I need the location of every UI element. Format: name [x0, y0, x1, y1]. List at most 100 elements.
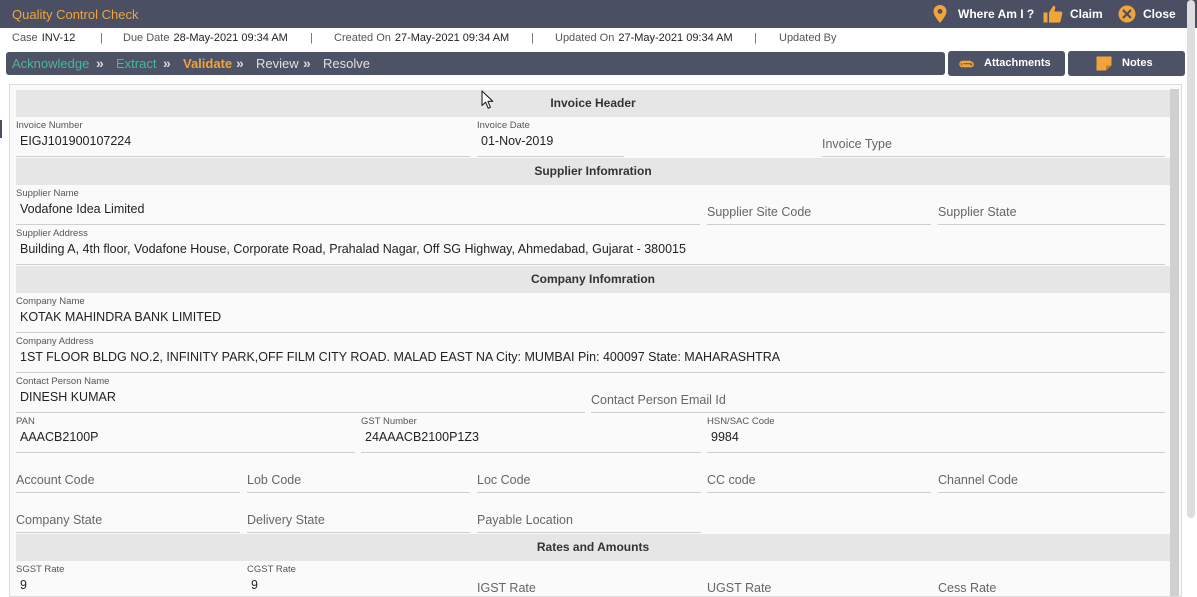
- underline: [247, 492, 470, 493]
- supplier-address-field[interactable]: Supplier Address Building A, 4th floor, …: [16, 228, 1165, 266]
- invoice-type-placeholder: Invoice Type: [822, 137, 892, 151]
- sgst-rate-label: SGST Rate: [16, 564, 65, 575]
- company-state-placeholder: Company State: [16, 513, 103, 527]
- claim-button[interactable]: Claim: [1043, 5, 1103, 23]
- contact-person-name-value: DINESH KUMAR: [20, 390, 116, 404]
- underline: [16, 532, 240, 533]
- invoice-number-field[interactable]: Invoice Number EIGJ101900107224: [16, 120, 470, 158]
- underline: [477, 492, 701, 493]
- gst-number-value: 24AAACB2100P1Z3: [365, 430, 479, 444]
- step-acknowledge[interactable]: Acknowledge: [12, 56, 89, 71]
- supplier-name-field[interactable]: Supplier Name Vodafone Idea Limited: [16, 188, 700, 226]
- underline: [16, 452, 355, 453]
- cess-rate-field[interactable]: Cess Rate: [938, 564, 1165, 596]
- supplier-name-label: Supplier Name: [16, 188, 79, 199]
- note-icon: [1096, 56, 1112, 71]
- channel-code-placeholder: Channel Code: [938, 473, 1018, 487]
- cgst-rate-value: 9: [251, 578, 258, 592]
- pan-value: AAACB2100P: [20, 430, 99, 444]
- sgst-rate-field[interactable]: SGST Rate 9: [16, 564, 240, 596]
- ugst-rate-field[interactable]: UGST Rate: [707, 564, 931, 596]
- where-am-i-button[interactable]: Where Am I ?: [933, 5, 1034, 23]
- supplier-state-placeholder: Supplier State: [938, 205, 1017, 219]
- loc-code-field[interactable]: Loc Code: [477, 456, 701, 494]
- close-circle-icon: [1118, 5, 1136, 23]
- due-date-label: Due Date: [123, 32, 170, 44]
- separator: |: [754, 32, 757, 44]
- invoice-form-panel: Invoice Header Invoice Number EIGJ101900…: [9, 84, 1182, 597]
- account-code-field[interactable]: Account Code: [16, 456, 240, 494]
- channel-code-field[interactable]: Channel Code: [938, 456, 1165, 494]
- section-supplier-information: Supplier Infomration: [16, 158, 1170, 185]
- updated-by-label: Updated By: [779, 32, 837, 44]
- underline: [822, 156, 1165, 157]
- created-on-value: 27-May-2021 09:34 AM: [394, 32, 510, 44]
- account-code-placeholder: Account Code: [16, 473, 95, 487]
- delivery-state-field[interactable]: Delivery State: [247, 496, 470, 534]
- left-edge-marker: [0, 120, 2, 138]
- company-state-field[interactable]: Company State: [16, 496, 240, 534]
- step-extract[interactable]: Extract: [116, 56, 156, 71]
- underline: [477, 156, 624, 157]
- company-name-value: KOTAK MAHINDRA BANK LIMITED: [20, 310, 222, 324]
- case-label: Case: [12, 32, 38, 44]
- lob-code-field[interactable]: Lob Code: [247, 456, 470, 494]
- attachments-label: Attachments: [984, 57, 1051, 69]
- supplier-state-field[interactable]: Supplier State: [938, 188, 1165, 226]
- underline: [16, 224, 700, 225]
- workflow-stepper: Acknowledge » Extract » Validate » Revie…: [6, 52, 945, 75]
- separator: |: [310, 32, 313, 44]
- cc-code-field[interactable]: CC code: [707, 456, 931, 494]
- chevron-right-icon: »: [236, 55, 244, 71]
- company-address-label: Company Address: [16, 336, 94, 347]
- underline: [16, 492, 240, 493]
- invoice-date-field[interactable]: Invoice Date 01-Nov-2019: [477, 120, 624, 158]
- section-company-information: Company Infomration: [16, 266, 1170, 293]
- created-on-info: Created On 27-May-2021 09:34 AM: [334, 32, 509, 44]
- updated-on-info: Updated On 27-May-2021 09:34 AM: [555, 32, 733, 44]
- contact-person-name-field[interactable]: Contact Person Name DINESH KUMAR: [16, 376, 585, 414]
- step-resolve[interactable]: Resolve: [323, 56, 370, 71]
- chevron-right-icon: »: [96, 55, 104, 71]
- updated-by-info: Updated By: [779, 32, 836, 44]
- pan-field[interactable]: PAN AAACB2100P: [16, 416, 355, 454]
- underline: [477, 532, 701, 533]
- notes-button[interactable]: Notes: [1068, 51, 1185, 76]
- underline: [707, 492, 931, 493]
- section-invoice-header: Invoice Header: [16, 90, 1170, 117]
- company-name-field[interactable]: Company Name KOTAK MAHINDRA BANK LIMITED: [16, 296, 1165, 334]
- hsn-sac-code-label: HSN/SAC Code: [707, 416, 775, 427]
- underline: [591, 412, 1165, 413]
- supplier-site-code-field[interactable]: Supplier Site Code: [707, 188, 931, 226]
- step-review[interactable]: Review: [256, 56, 299, 71]
- underline: [247, 532, 470, 533]
- igst-rate-field[interactable]: IGST Rate: [477, 564, 701, 596]
- underline: [16, 264, 1165, 265]
- close-button[interactable]: Close: [1118, 5, 1176, 23]
- company-address-field[interactable]: Company Address 1ST FLOOR BLDG NO.2, INF…: [16, 336, 1165, 374]
- underline: [16, 156, 470, 157]
- attachments-button[interactable]: Attachments: [948, 51, 1065, 76]
- gst-number-field[interactable]: GST Number 24AAACB2100P1Z3: [361, 416, 701, 454]
- invoice-number-label: Invoice Number: [16, 120, 83, 131]
- underline: [16, 412, 585, 413]
- underline: [938, 492, 1165, 493]
- panel-scrollbar[interactable]: [1170, 89, 1179, 596]
- contact-person-email-field[interactable]: Contact Person Email Id: [591, 376, 1165, 414]
- supplier-address-label: Supplier Address: [16, 228, 88, 239]
- updated-on-label: Updated On: [555, 32, 615, 44]
- hsn-sac-code-field[interactable]: HSN/SAC Code 9984: [707, 416, 1165, 454]
- cc-code-placeholder: CC code: [707, 473, 756, 487]
- thumbs-up-icon: [1043, 5, 1063, 23]
- page-scrollbar[interactable]: [1187, 0, 1195, 518]
- paperclip-icon: [959, 60, 974, 68]
- payable-location-field[interactable]: Payable Location: [477, 496, 701, 534]
- underline: [361, 452, 701, 453]
- chevron-right-icon: »: [303, 55, 311, 71]
- invoice-type-field[interactable]: Invoice Type: [822, 120, 1165, 158]
- sgst-rate-value: 9: [20, 578, 27, 592]
- underline: [16, 372, 1165, 373]
- close-label: Close: [1143, 7, 1176, 21]
- step-validate[interactable]: Validate: [183, 56, 232, 71]
- cgst-rate-field[interactable]: CGST Rate 9: [247, 564, 470, 596]
